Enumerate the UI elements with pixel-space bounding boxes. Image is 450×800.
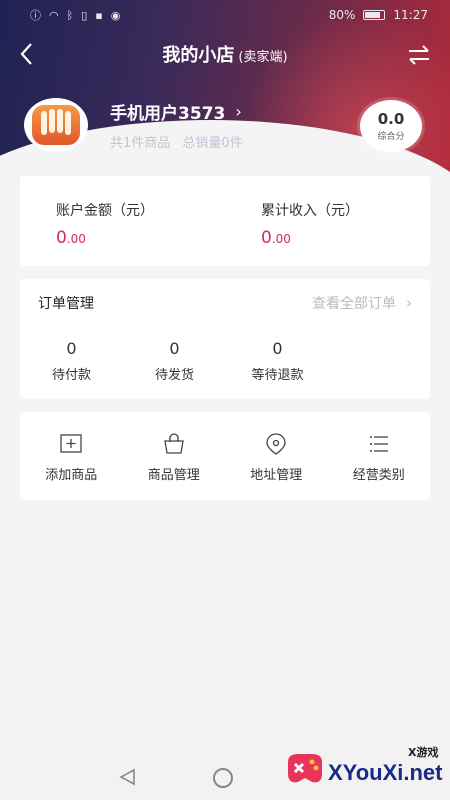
cumulative-income[interactable]: 累计收入（元） 0.00 (225, 176, 430, 266)
tools-card: 添加商品 商品管理 地址管理 经营类别 (20, 412, 430, 500)
back-icon[interactable] (14, 40, 42, 68)
username[interactable]: 手机用户3573 › (110, 99, 243, 124)
tool-label: 商品管理 (147, 468, 200, 483)
list-icon (369, 436, 388, 452)
order-stat-pending-payment[interactable]: 0 待付款 (20, 339, 123, 383)
alert-icon: ⓘ (30, 9, 41, 22)
order-label: 待发货 (154, 368, 194, 383)
page-title-suffix: (卖家端) (238, 50, 288, 65)
shop-logo-icon (32, 105, 80, 145)
notification-icon: ▪ (95, 8, 103, 22)
order-stat-pending-refund[interactable]: 0 等待退款 (226, 339, 329, 383)
order-label: 待付款 (51, 368, 91, 383)
vibrate-icon: ▯ (81, 8, 88, 22)
watermark-brand: XYouXi.net (328, 760, 443, 785)
order-stat-pending-shipment[interactable]: 0 待发货 (123, 339, 226, 383)
chevron-right-icon: › (406, 294, 412, 312)
balance-card: 账户金额（元） 0.00 累计收入（元） 0.00 (20, 176, 430, 266)
address-management-button[interactable]: 地址管理 (225, 412, 328, 500)
tool-label: 地址管理 (250, 468, 303, 483)
account-balance-value: 0.00 (56, 228, 225, 248)
app-icon: ◉ (110, 8, 121, 22)
order-count: 0 (66, 339, 77, 358)
top-nav: 我的小店 (卖家端) (0, 34, 450, 74)
shop-stats: 共1件商品 总销量0件 (110, 132, 243, 151)
cumulative-income-int: 0 (261, 228, 272, 248)
shopping-bag-icon (163, 433, 184, 454)
gamepad-logo-icon (288, 754, 322, 783)
battery-icon (363, 10, 386, 20)
order-count: 0 (272, 339, 283, 358)
business-category-button[interactable]: 经营类别 (328, 412, 431, 500)
chevron-right-icon: › (235, 102, 242, 121)
account-balance[interactable]: 账户金额（元） 0.00 (20, 176, 225, 266)
clock: 11:27 (393, 8, 428, 22)
order-count: 0 (169, 339, 180, 358)
add-product-button[interactable]: 添加商品 (20, 412, 123, 500)
watermark: XYouXi.net X游戏 (270, 742, 450, 800)
order-management-card: 订单管理 查看全部订单 › 0 待付款 0 待发货 0 等待退款 (20, 279, 430, 399)
page-title: 我的小店 (卖家端) (162, 41, 287, 67)
account-balance-label: 账户金额（元） (56, 203, 154, 219)
order-label: 等待退款 (251, 368, 304, 383)
switch-icon[interactable] (406, 42, 432, 68)
total-sales: 总销量0件 (182, 136, 243, 151)
score-value: 0.0 (377, 110, 405, 128)
status-icons: ⓘ ◠ ᛒ ▯ ▪ ◉ (30, 7, 120, 23)
score-badge: 0.0 综合分 (360, 100, 422, 152)
cumulative-income-label: 累计收入（元） (261, 203, 359, 219)
bluetooth-icon: ᛒ (66, 8, 74, 22)
tool-label: 添加商品 (45, 468, 98, 483)
cumulative-income-value: 0.00 (261, 228, 430, 248)
cumulative-income-dec: .00 (271, 232, 291, 246)
battery-percent: 80% (328, 8, 356, 22)
nav-back-icon[interactable] (118, 767, 138, 787)
location-pin-icon (266, 433, 286, 455)
page-title-main: 我的小店 (162, 45, 235, 66)
avatar[interactable] (24, 98, 88, 152)
product-count: 共1件商品 (110, 136, 171, 151)
account-balance-int: 0 (56, 228, 67, 248)
tool-label: 经营类别 (352, 468, 405, 483)
add-product-icon (60, 434, 82, 453)
account-balance-dec: .00 (66, 232, 86, 246)
profile-section[interactable]: 手机用户3573 › 共1件商品 总销量0件 (24, 98, 243, 152)
view-all-orders-link[interactable]: 查看全部订单 › (312, 293, 412, 313)
order-management-title: 订单管理 (38, 296, 94, 312)
score-label: 综合分 (377, 132, 405, 142)
view-all-orders-label: 查看全部订单 (312, 296, 396, 312)
status-bar: ⓘ ◠ ᛒ ▯ ▪ ◉ 80% 11:27 (0, 0, 450, 30)
product-management-button[interactable]: 商品管理 (123, 412, 226, 500)
wifi-icon: ◠ (49, 8, 59, 22)
username-text: 手机用户3573 (110, 104, 226, 124)
watermark-small: X游戏 (408, 746, 439, 759)
nav-home-icon[interactable] (213, 768, 233, 788)
